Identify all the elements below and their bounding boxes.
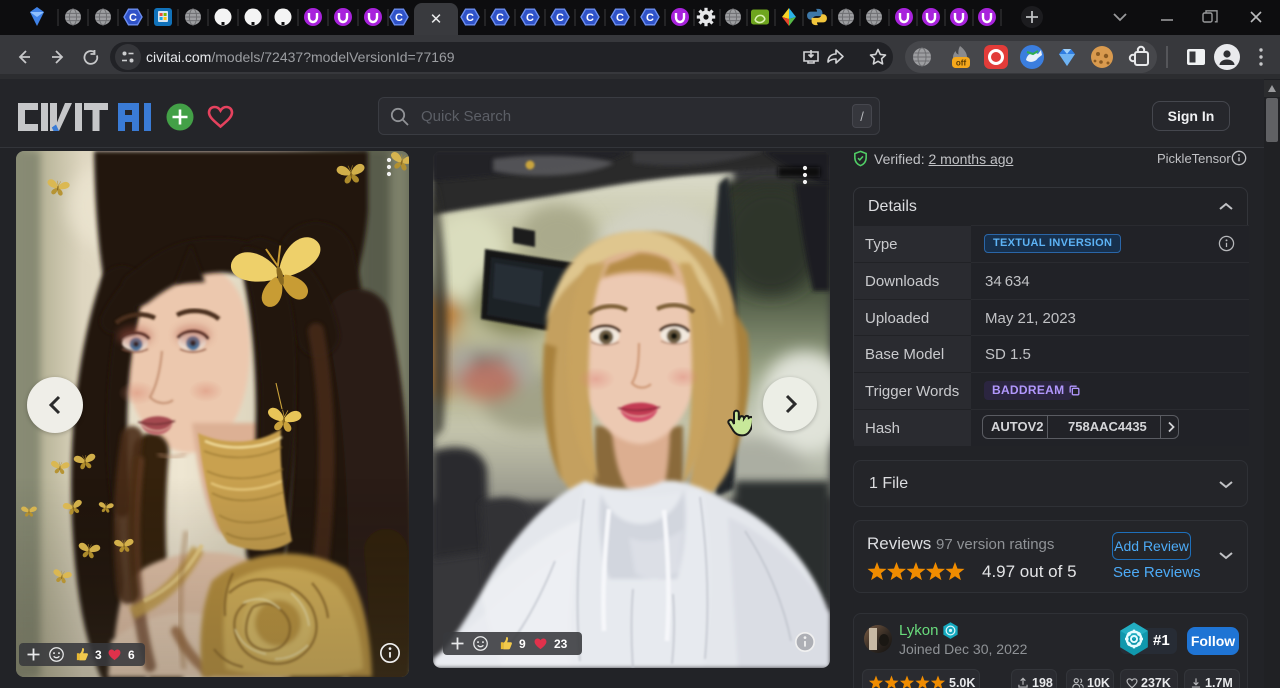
svg-text:C: C [395,12,403,24]
svg-text:C: C [556,12,564,24]
svg-text:C: C [526,12,534,24]
svg-text:C: C [129,12,137,24]
svg-text:off: off [956,59,967,68]
svg-text:C: C [646,12,654,24]
svg-text:C: C [616,12,624,24]
svg-text:C: C [466,12,474,24]
svg-text:C: C [586,12,594,24]
svg-text:C: C [496,12,504,24]
